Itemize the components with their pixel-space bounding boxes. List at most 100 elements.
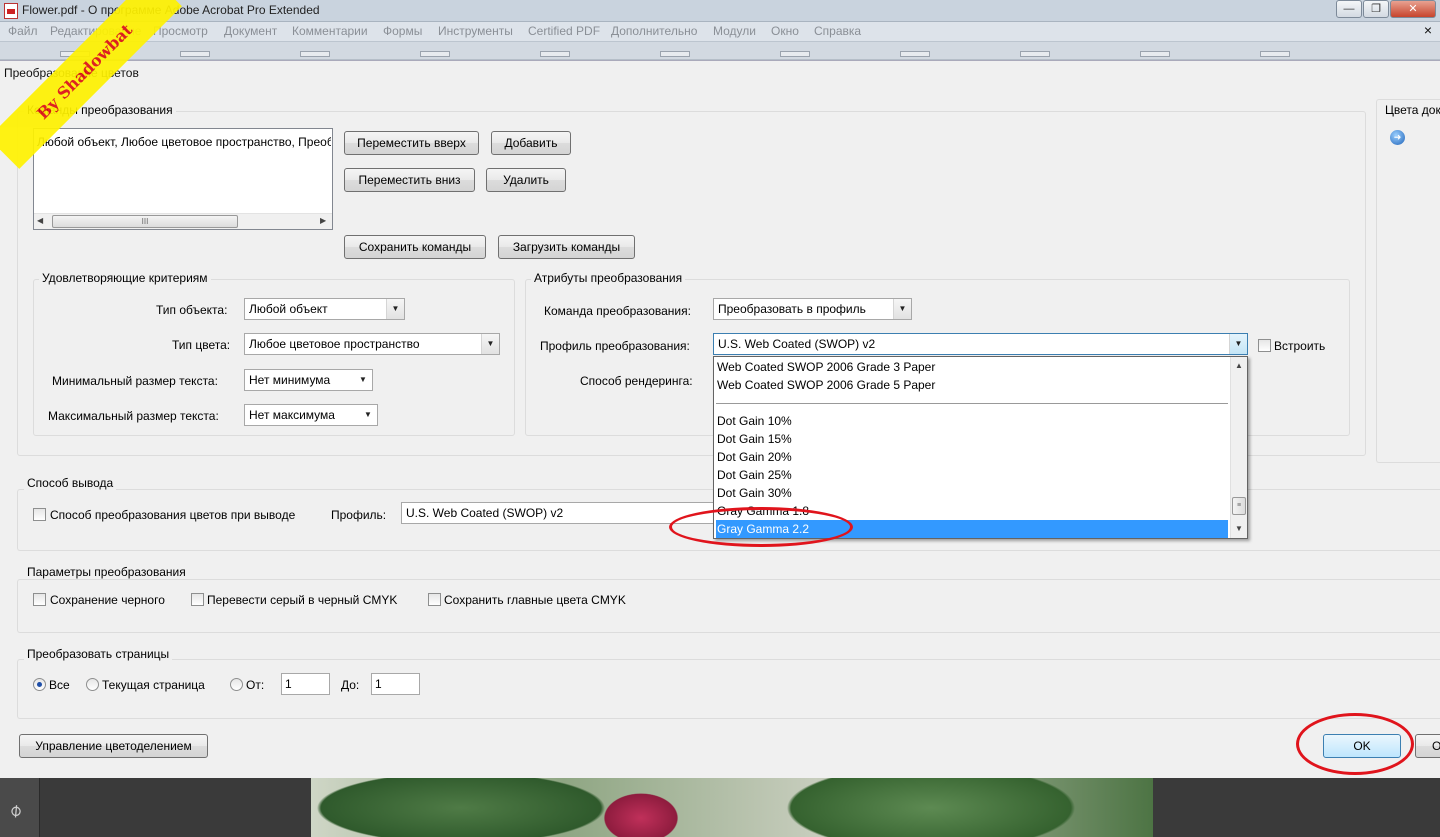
- toolbar-button[interactable]: [780, 51, 810, 57]
- color-type-select[interactable]: Любое цветовое пространство ▼: [244, 333, 500, 355]
- toolbar-button[interactable]: [1020, 51, 1050, 57]
- menu-plugins[interactable]: Модули: [713, 24, 756, 38]
- dropdown-option[interactable]: Dot Gain 20%: [716, 448, 1228, 466]
- toolbar-button[interactable]: [300, 51, 330, 57]
- move-down-button[interactable]: Переместить вниз: [344, 168, 475, 192]
- annotation-ellipse: [1296, 713, 1414, 775]
- max-text-size-value: Нет максимума: [249, 408, 335, 422]
- move-up-button[interactable]: Переместить вверх: [344, 131, 479, 155]
- scroll-left-icon[interactable]: ◀: [37, 216, 43, 225]
- current-page-radio[interactable]: [86, 678, 99, 691]
- conversion-profile-select[interactable]: U.S. Web Coated (SWOP) v2 ▼: [713, 333, 1248, 355]
- toolbar-button[interactable]: [1260, 51, 1290, 57]
- minimize-button[interactable]: —: [1336, 0, 1362, 18]
- arrow-right-icon[interactable]: ➜: [1390, 130, 1405, 145]
- from-label: От:: [246, 678, 265, 692]
- dropdown-separator: [716, 403, 1228, 404]
- load-commands-button[interactable]: Загрузить команды: [498, 235, 635, 259]
- close-window-button[interactable]: ✕: [1390, 0, 1436, 18]
- scroll-down-icon[interactable]: ▼: [1231, 520, 1247, 537]
- object-type-label: Тип объекта:: [156, 303, 228, 317]
- menu-help[interactable]: Справка: [814, 24, 861, 38]
- from-page-input[interactable]: 1: [281, 673, 330, 695]
- toolbar-button[interactable]: [180, 51, 210, 57]
- gray-to-black-label: Перевести серый в черный CMYK: [207, 593, 398, 607]
- pages-group: [17, 659, 1440, 719]
- dropdown-arrow-icon: ▼: [481, 334, 499, 354]
- keep-black-label: Сохранение черного: [50, 593, 165, 607]
- toolbar-button[interactable]: [420, 51, 450, 57]
- list-horizontal-scrollbar[interactable]: ◀ III ▶: [34, 213, 332, 229]
- cancel-button[interactable]: О: [1415, 734, 1440, 758]
- dropdown-option[interactable]: Dot Gain 25%: [716, 466, 1228, 484]
- menu-forms[interactable]: Формы: [383, 24, 422, 38]
- scroll-up-icon[interactable]: ▲: [1231, 357, 1247, 374]
- commands-list[interactable]: Любой объект, Любое цветовое пространств…: [33, 128, 333, 230]
- attributes-group-label: Атрибуты преобразования: [531, 271, 686, 285]
- keep-black-checkbox[interactable]: [33, 593, 46, 606]
- output-group-label: Способ вывода: [24, 476, 117, 490]
- window-titlebar: Flower.pdf - О программе Adobe Acrobat P…: [0, 0, 1440, 22]
- min-text-size-select[interactable]: Нет минимума ▼: [244, 369, 373, 391]
- menu-window[interactable]: Окно: [771, 24, 799, 38]
- toolbar-button[interactable]: [900, 51, 930, 57]
- embed-checkbox[interactable]: [1258, 339, 1271, 352]
- page-range-radio[interactable]: [230, 678, 243, 691]
- toolbar-button[interactable]: [1140, 51, 1170, 57]
- menu-comments[interactable]: Комментарии: [292, 24, 368, 38]
- toolbar-button[interactable]: [660, 51, 690, 57]
- gray-to-black-checkbox[interactable]: [191, 593, 204, 606]
- dropdown-arrow-icon: ▼: [893, 299, 911, 319]
- dropdown-option[interactable]: Web Coated SWOP 2006 Grade 3 Paper: [716, 358, 1228, 376]
- min-text-size-label: Минимальный размер текста:: [52, 374, 218, 388]
- dropdown-option[interactable]: Dot Gain 10%: [716, 412, 1228, 430]
- manage-separations-button[interactable]: Управление цветоделением: [19, 734, 208, 758]
- max-text-size-select[interactable]: Нет максимума ▼: [244, 404, 378, 426]
- navigation-pane: ⌀: [0, 778, 40, 837]
- dropdown-option[interactable]: Web Coated SWOP 2006 Grade 5 Paper: [716, 376, 1228, 394]
- keep-primaries-checkbox[interactable]: [428, 593, 441, 606]
- dropdown-option[interactable]: Dot Gain 30%: [716, 484, 1228, 502]
- embed-label: Встроить: [1274, 339, 1326, 353]
- conversion-command-select[interactable]: Преобразовать в профиль ▼: [713, 298, 912, 320]
- output-profile-value: U.S. Web Coated (SWOP) v2: [406, 506, 564, 520]
- scroll-thumb[interactable]: III: [52, 215, 238, 228]
- all-pages-radio[interactable]: [33, 678, 46, 691]
- menu-certified-pdf[interactable]: Certified PDF: [528, 24, 600, 38]
- current-page-label: Текущая страница: [102, 678, 205, 692]
- conversion-command-value: Преобразовать в профиль: [718, 302, 866, 316]
- to-page-input[interactable]: 1: [371, 673, 420, 695]
- menu-advanced[interactable]: Дополнительно: [611, 24, 697, 38]
- menu-file[interactable]: Файл: [8, 24, 38, 38]
- restore-button[interactable]: ❐: [1363, 0, 1389, 18]
- output-conversion-checkbox[interactable]: [33, 508, 46, 521]
- document-colors-label: Цвета доку: [1382, 103, 1440, 117]
- dropdown-scrollbar[interactable]: ▲ ≡ ▼: [1230, 357, 1247, 538]
- annotation-ellipse: [669, 507, 853, 547]
- conversion-profile-label: Профиль преобразования:: [540, 339, 690, 353]
- delete-button[interactable]: Удалить: [486, 168, 566, 192]
- conversion-profile-value: U.S. Web Coated (SWOP) v2: [718, 337, 876, 351]
- add-button[interactable]: Добавить: [491, 131, 571, 155]
- object-type-select[interactable]: Любой объект ▼: [244, 298, 405, 320]
- list-item[interactable]: Любой объект, Любое цветовое пространств…: [37, 135, 331, 149]
- all-pages-label: Все: [49, 678, 70, 692]
- toolbar: [0, 42, 1440, 60]
- max-text-size-label: Максимальный размер текста:: [48, 409, 219, 423]
- save-commands-button[interactable]: Сохранить команды: [344, 235, 486, 259]
- menu-document[interactable]: Документ: [224, 24, 277, 38]
- scroll-thumb[interactable]: ≡: [1232, 497, 1246, 515]
- pdf-file-icon: [4, 3, 18, 19]
- dropdown-option[interactable]: Dot Gain 15%: [716, 430, 1228, 448]
- menu-tools[interactable]: Инструменты: [438, 24, 513, 38]
- dropdown-arrow-icon: ▼: [354, 370, 372, 390]
- toolbar-button[interactable]: [540, 51, 570, 57]
- scroll-right-icon[interactable]: ▶: [320, 216, 326, 225]
- dropdown-arrow-icon: ▼: [386, 299, 404, 319]
- conversion-command-label: Команда преобразования:: [544, 304, 691, 318]
- paperclip-icon[interactable]: ⌀: [5, 799, 27, 822]
- menu-bar: Файл Редактирование Просмотр Документ Ко…: [0, 22, 1440, 42]
- close-document-icon[interactable]: ×: [1424, 22, 1432, 38]
- color-type-value: Любое цветовое пространство: [249, 337, 420, 351]
- color-type-label: Тип цвета:: [172, 338, 231, 352]
